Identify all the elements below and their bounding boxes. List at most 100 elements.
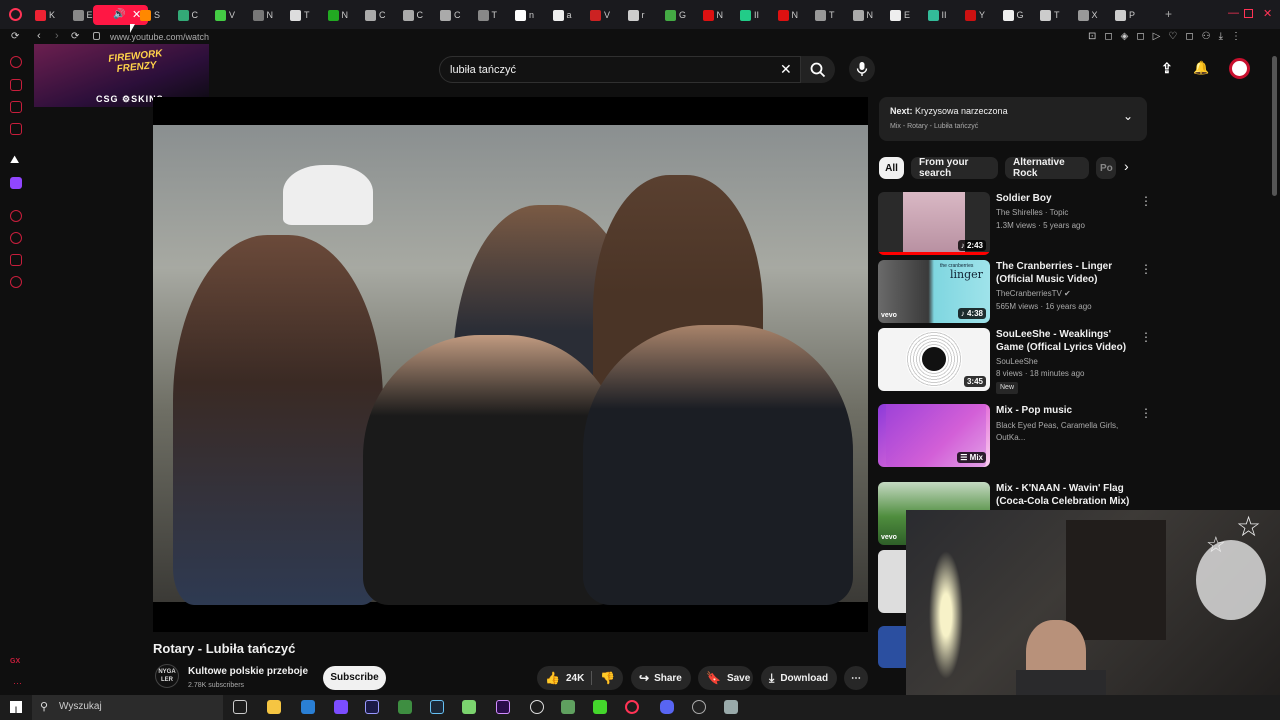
browser-tab[interactable]: T bbox=[815, 7, 835, 23]
like-button[interactable]: 👍 24K bbox=[537, 671, 591, 685]
rec-channel[interactable]: The Shirelles · Topic bbox=[996, 207, 1068, 219]
reload-page-icon[interactable]: ⟳ bbox=[71, 31, 79, 42]
browser-tab[interactable]: N bbox=[702, 7, 723, 23]
after-effects-icon[interactable] bbox=[365, 700, 379, 714]
list-item[interactable]: the cranberries linger vevo ♪ 4:38 The C… bbox=[878, 260, 1152, 323]
file-explorer-icon[interactable] bbox=[267, 700, 281, 714]
back-icon[interactable]: ‹ bbox=[37, 30, 41, 42]
video-thumbnail[interactable]: ♪ 2:43 bbox=[878, 192, 990, 255]
razer-icon[interactable] bbox=[593, 700, 607, 714]
page-scrollbar[interactable] bbox=[1272, 56, 1277, 196]
video-thumbnail-partial[interactable] bbox=[878, 626, 906, 668]
browser-tab[interactable]: E bbox=[890, 7, 910, 23]
windows-start-icon[interactable] bbox=[10, 701, 22, 713]
chip-partial[interactable]: Po bbox=[1096, 157, 1116, 179]
sidebar-ai-icon[interactable]: ⛰ bbox=[10, 154, 19, 167]
search-input[interactable]: lubiła tańczyć ✕ bbox=[439, 56, 801, 83]
browser-tab[interactable]: E bbox=[72, 7, 93, 23]
list-item[interactable]: 3:45 SouLeeShe - Weaklings' Game (Offica… bbox=[878, 328, 1152, 394]
search-button[interactable] bbox=[801, 56, 835, 83]
app-stack-icon[interactable] bbox=[561, 700, 575, 714]
browser-tab[interactable]: T bbox=[290, 7, 310, 23]
obsidian-icon[interactable] bbox=[334, 700, 348, 714]
sidebar-music-icon[interactable] bbox=[10, 123, 22, 135]
url-text[interactable]: www.youtube.com/watch bbox=[110, 32, 209, 42]
sidebar-briefcase-icon[interactable] bbox=[10, 79, 22, 91]
sidebar-twitch-icon[interactable] bbox=[10, 177, 22, 189]
chip-all[interactable]: All bbox=[879, 157, 904, 179]
list-item[interactable]: ☰ Mix Mix - Pop music Black Eyed Peas, C… bbox=[878, 404, 1152, 467]
opera-logo-icon[interactable] bbox=[9, 8, 22, 21]
avatar[interactable] bbox=[1229, 58, 1250, 79]
browser-tab[interactable]: K bbox=[35, 7, 55, 23]
channel-avatar[interactable]: NYGA LER bbox=[155, 664, 179, 688]
close-window-icon[interactable]: ✕ bbox=[1263, 7, 1272, 20]
more-options-icon[interactable]: ⋮ bbox=[1140, 406, 1152, 420]
chip-from-your-search[interactable]: From your search bbox=[911, 157, 998, 179]
notifications-bell-icon[interactable]: 🔔 bbox=[1193, 60, 1209, 76]
more-actions-button[interactable]: ⋯ bbox=[844, 666, 868, 690]
browser-tab[interactable]: n bbox=[515, 7, 534, 23]
opera-gx-taskbar-icon[interactable] bbox=[625, 700, 639, 714]
video-thumbnail[interactable]: the cranberries linger vevo ♪ 4:38 bbox=[878, 260, 990, 323]
more-options-icon[interactable]: ⋮ bbox=[1140, 330, 1152, 344]
browser-tab[interactable]: T bbox=[1040, 7, 1060, 23]
up-next-panel[interactable]: Next: Kryzysowa narzeczona Mix - Rotary … bbox=[879, 97, 1147, 141]
taskbar-search[interactable]: ⚲ Wyszukaj bbox=[32, 695, 223, 720]
browser-tab[interactable]: II bbox=[927, 7, 947, 23]
rec-title[interactable]: SouLeeShe - Weaklings' Game (Offical Lyr… bbox=[996, 328, 1136, 354]
browser-tab[interactable]: N bbox=[777, 7, 798, 23]
chip-alternative-rock[interactable]: Alternative Rock bbox=[1005, 157, 1089, 179]
browser-tab[interactable]: Y bbox=[965, 7, 985, 23]
sidebar-chat-icon[interactable] bbox=[10, 101, 22, 113]
browser-tab[interactable]: C bbox=[365, 7, 386, 23]
browser-tab[interactable]: P bbox=[1115, 7, 1135, 23]
browser-tab[interactable]: C bbox=[440, 7, 461, 23]
rec-channel[interactable]: TheCranberriesTV ✔ bbox=[996, 288, 1071, 300]
sidebar-whatsapp-icon[interactable] bbox=[10, 56, 22, 68]
subscribe-button[interactable]: Subscribe bbox=[323, 666, 386, 690]
sidebar-player-icon[interactable] bbox=[10, 210, 22, 222]
forward-icon[interactable]: › bbox=[55, 30, 59, 42]
sidebar-settings-icon[interactable] bbox=[10, 276, 22, 288]
new-tab-button[interactable]: + bbox=[1165, 7, 1172, 21]
video-thumbnail[interactable]: 3:45 bbox=[878, 328, 990, 391]
share-button[interactable]: ↪ Share bbox=[631, 666, 691, 690]
voice-search-button[interactable] bbox=[849, 56, 875, 82]
rec-title[interactable]: The Cranberries - Linger (Official Music… bbox=[996, 260, 1136, 286]
toolbar-icons[interactable]: ⊡◻◈◻▷♡◻⚇⤓⋮ bbox=[1088, 31, 1249, 42]
rec-title[interactable]: Mix - Pop music bbox=[996, 404, 1136, 417]
browser-tab[interactable]: S bbox=[140, 7, 160, 23]
channel-name[interactable]: Kultowe polskie przeboje bbox=[188, 666, 308, 677]
dislike-button[interactable]: 👎 bbox=[592, 671, 615, 685]
browser-tab[interactable]: r bbox=[627, 7, 645, 23]
chevron-down-icon[interactable]: ⌄ bbox=[1123, 109, 1133, 123]
notepad-icon[interactable] bbox=[462, 700, 476, 714]
more-options-icon[interactable]: ⋮ bbox=[1140, 262, 1152, 276]
clear-search-icon[interactable]: ✕ bbox=[780, 61, 792, 78]
browser-tab[interactable]: V bbox=[590, 7, 610, 23]
tab-audio-icon[interactable]: 🔊 bbox=[113, 9, 125, 20]
sidebar-extensions-icon[interactable] bbox=[10, 254, 22, 266]
rec-title[interactable]: Soldier Boy bbox=[996, 192, 1136, 205]
save-button[interactable]: 🔖 Save bbox=[698, 666, 753, 690]
sidebar-history-icon[interactable] bbox=[10, 232, 22, 244]
sidebar-more-icon[interactable]: ⋯ bbox=[13, 678, 22, 689]
rec-title[interactable]: Mix - K'NAAN - Wavin' Flag (Coca-Cola Ce… bbox=[996, 482, 1136, 508]
settings-gear-icon[interactable] bbox=[530, 700, 544, 714]
create-upload-icon[interactable]: ⇪ bbox=[1161, 60, 1173, 77]
browser-tab[interactable]: V bbox=[215, 7, 235, 23]
browser-tab[interactable]: G bbox=[665, 7, 686, 23]
vscode-icon[interactable] bbox=[301, 700, 315, 714]
browser-tab[interactable]: N bbox=[252, 7, 273, 23]
discord-icon[interactable] bbox=[660, 700, 674, 714]
browser-tab[interactable]: T bbox=[477, 7, 497, 23]
more-options-icon[interactable]: ⋮ bbox=[1140, 194, 1152, 208]
minimize-icon[interactable]: — bbox=[1228, 7, 1239, 19]
browser-tab[interactable]: N bbox=[327, 7, 348, 23]
video-thumbnail[interactable]: ☰ Mix bbox=[878, 404, 990, 467]
browser-tab[interactable]: a bbox=[552, 7, 572, 23]
chips-next-icon[interactable]: › bbox=[1124, 158, 1129, 174]
browser-tab[interactable]: II bbox=[740, 7, 759, 23]
app-dark-icon[interactable] bbox=[692, 700, 706, 714]
